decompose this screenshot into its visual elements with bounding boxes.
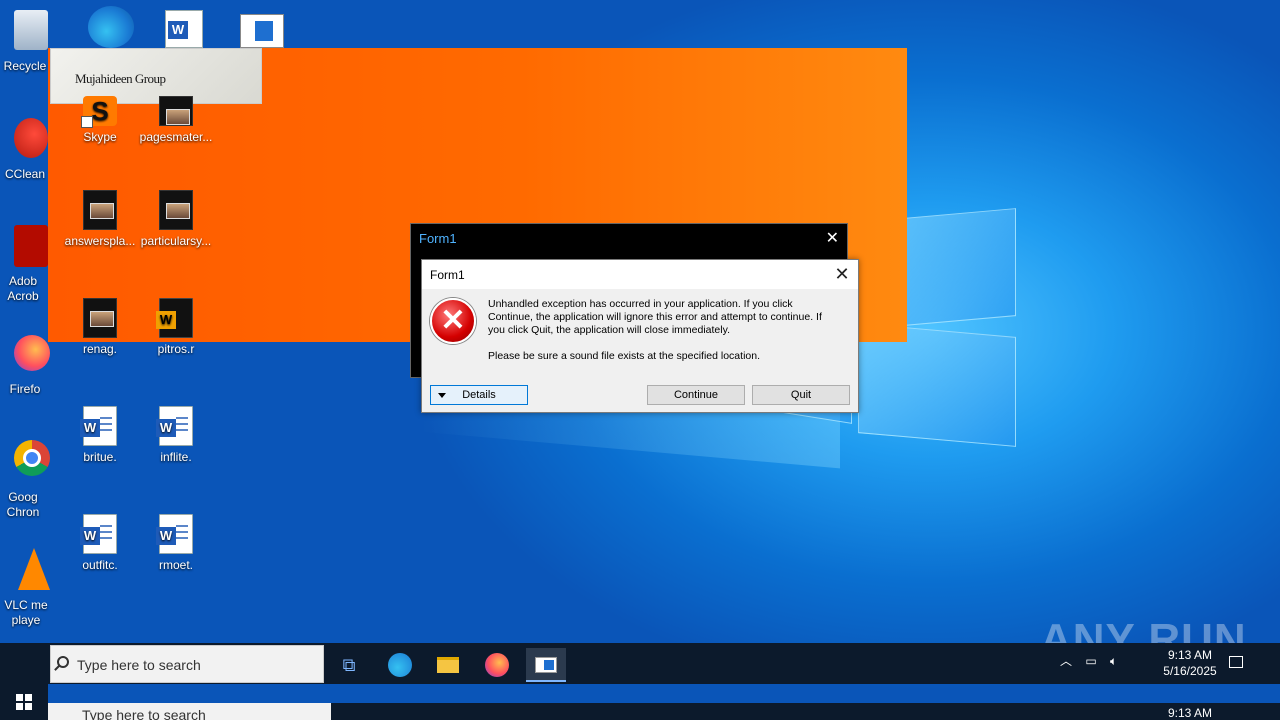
dialog-title-bar[interactable]: Form1 ✕ <box>422 260 858 289</box>
network-icon[interactable]: ▭ <box>1085 654 1096 668</box>
video-file-icon <box>83 298 117 338</box>
word-doc-icon: W <box>156 406 193 446</box>
desktop-icon-label: renag. <box>82 342 118 356</box>
acrobat-icon[interactable] <box>14 225 48 267</box>
ccleaner-icon[interactable] <box>14 118 48 158</box>
desktop-icon-pitros[interactable]: W pitros.r <box>139 298 213 356</box>
skype-icon: S <box>81 96 117 128</box>
desktop-icon-answerspla[interactable]: answerspla... <box>63 190 137 248</box>
duplicate-clock: 9:13 AM <box>1168 706 1213 720</box>
taskbar-clock[interactable]: 9:13 AM 5/16/2025 <box>1150 647 1230 679</box>
video-file-icon <box>159 96 193 126</box>
ccleaner-label[interactable]: CClean <box>0 167 50 182</box>
system-tray[interactable]: ︿ ▭ 🔈︎ <box>1060 652 1117 669</box>
sound-file-message: Please be sure a sound file exists at th… <box>488 350 760 362</box>
desktop-icon-inflite[interactable]: W inflite. <box>139 406 213 464</box>
windows-logo-icon <box>16 694 32 710</box>
edge-desktop-icon[interactable] <box>88 6 134 48</box>
word-doc-icon: W <box>80 406 117 446</box>
desktop-icon-skype[interactable]: S Skype <box>63 96 137 144</box>
app-desktop-icon[interactable] <box>240 14 284 48</box>
exception-message: Unhandled exception has occurred in your… <box>488 298 822 336</box>
file-explorer-icon[interactable] <box>428 648 468 682</box>
desktop-icon-pagesmater[interactable]: pagesmater... <box>139 96 213 144</box>
video-file-icon <box>159 190 193 230</box>
word-doc-icon: W <box>156 514 193 554</box>
recycle-bin-icon[interactable] <box>14 10 48 50</box>
dialog-title: Form1 <box>430 268 465 282</box>
desktop-icon-label: particularsy... <box>140 234 212 248</box>
notification-icon[interactable] <box>1229 656 1243 668</box>
vlc-icon[interactable] <box>18 548 50 590</box>
recycle-bin-label[interactable]: Recycle <box>0 59 50 74</box>
search-placeholder: Type here to search <box>77 657 201 673</box>
error-icon: ✕ <box>430 298 476 344</box>
acrobat-label[interactable]: Adob Acrob <box>0 274 46 304</box>
desktop-icon-outfitc[interactable]: W outfitc. <box>63 514 137 572</box>
desktop-icon-label: answerspla... <box>64 234 136 248</box>
chrome-icon[interactable] <box>14 440 50 476</box>
quit-button[interactable]: Quit <box>752 385 850 405</box>
start-button[interactable] <box>0 684 48 720</box>
chrome-label[interactable]: Goog Chron <box>0 490 46 520</box>
app-window-icon[interactable] <box>526 648 566 682</box>
desktop-icon-label: pagesmater... <box>139 130 213 144</box>
word-doc-icon: W <box>156 298 193 338</box>
chevron-down-icon <box>438 393 446 398</box>
logo-text: Mujahideen Group <box>75 71 166 86</box>
close-icon[interactable]: ✕ <box>826 228 839 248</box>
desktop-icon-rmoet[interactable]: W rmoet. <box>139 514 213 572</box>
clock-date: 5/16/2025 <box>1163 664 1217 678</box>
volume-icon[interactable]: 🔈︎ <box>1110 654 1117 668</box>
firefox-icon[interactable] <box>477 648 517 682</box>
close-icon[interactable]: ✕ <box>830 263 854 285</box>
desktop-icon-label: Skype <box>83 130 117 144</box>
details-button[interactable]: Details <box>430 385 528 405</box>
details-label: Details <box>462 389 496 401</box>
search-box[interactable]: Type here to search <box>50 645 324 683</box>
desktop-icon-label: pitros.r <box>157 342 195 356</box>
duplicate-search-text: Type here to search <box>82 707 206 720</box>
word-desktop-icon[interactable]: W <box>165 10 203 48</box>
desktop-icon-label: britue. <box>83 450 117 464</box>
desktop-icon-label: inflite. <box>160 450 192 464</box>
continue-button[interactable]: Continue <box>647 385 745 405</box>
desktop-icon-renag[interactable]: renag. <box>63 298 137 356</box>
clock-time: 9:13 AM <box>1167 648 1213 662</box>
desktop-icon-britue[interactable]: W britue. <box>63 406 137 464</box>
search-icon <box>57 656 69 668</box>
task-view-icon[interactable]: ⧉ <box>329 648 369 682</box>
dialog-message: Unhandled exception has occurred in your… <box>488 298 838 376</box>
duplicate-search-box: Type here to search <box>48 703 331 720</box>
desktop-icon-label: rmoet. <box>158 558 193 572</box>
word-doc-icon: W <box>80 514 117 554</box>
video-file-icon <box>83 190 117 230</box>
edge-icon[interactable] <box>380 648 420 682</box>
desktop-icon-particularsy[interactable]: particularsy... <box>139 190 213 248</box>
chevron-up-icon[interactable]: ︿ <box>1060 654 1072 668</box>
exception-dialog: Form1 ✕ ✕ Unhandled exception has occurr… <box>421 259 859 413</box>
background-form1-title: Form1 <box>419 231 457 246</box>
desktop-icon-label: outfitc. <box>82 558 118 572</box>
firefox-label[interactable]: Firefo <box>0 382 50 397</box>
vlc-label[interactable]: VLC me playe <box>0 598 52 628</box>
firefox-icon[interactable] <box>14 335 50 371</box>
